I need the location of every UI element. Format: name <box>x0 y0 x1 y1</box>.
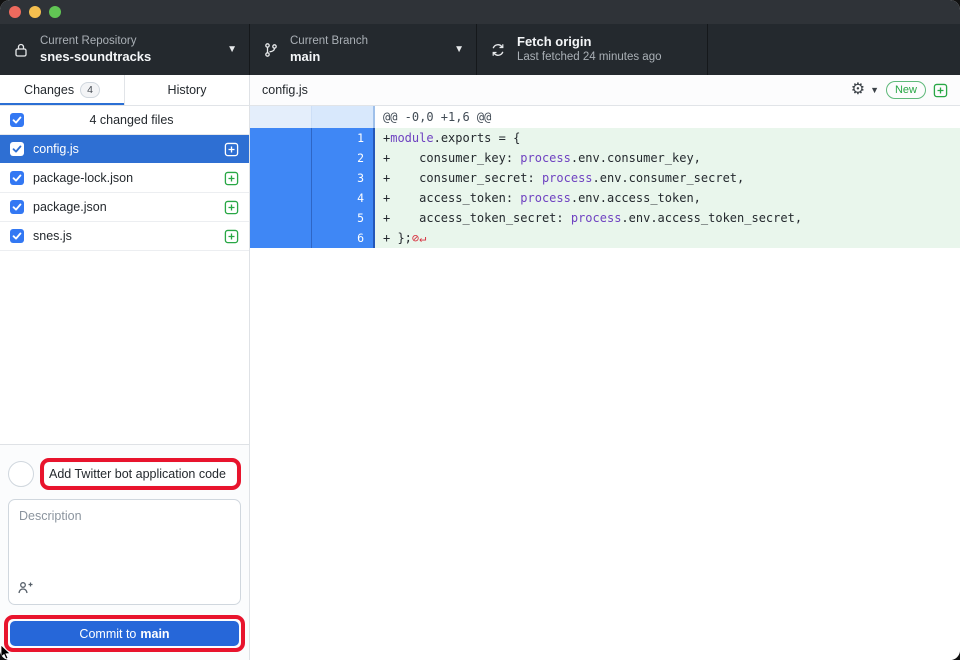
new-line-number-gutter[interactable]: 6 <box>312 228 375 248</box>
diff-line-content: + consumer_key: process.env.consumer_key… <box>375 148 960 168</box>
file-row[interactable]: package.json <box>0 193 249 222</box>
sidebar: Changes 4 History 4 changed files config… <box>0 75 250 660</box>
diff-code-row[interactable]: 5+ access_token_secret: process.env.acce… <box>250 208 960 228</box>
commit-button-label: Commit to <box>79 627 136 641</box>
file-name: package.json <box>33 200 215 214</box>
select-all-row: 4 changed files <box>0 106 249 135</box>
commit-button[interactable]: Commit to main <box>10 621 239 646</box>
file-list: config.js package-lock.json package.json… <box>0 135 249 251</box>
file-status-badge: New <box>886 81 926 99</box>
avatar <box>8 461 34 487</box>
file-list-empty-space <box>0 251 249 444</box>
diff-line-content: +module.exports = { <box>375 128 960 148</box>
select-all-checkbox[interactable] <box>10 113 24 127</box>
file-name: package-lock.json <box>33 171 215 185</box>
mouse-cursor <box>0 645 13 660</box>
app-window: Current Repository snes-soundtracks ▼ Cu… <box>0 0 960 660</box>
diff-code-row[interactable]: 3+ consumer_secret: process.env.consumer… <box>250 168 960 188</box>
new-line-number-gutter[interactable]: 4 <box>312 188 375 208</box>
fetch-subtitle: Last fetched 24 minutes ago <box>517 50 695 64</box>
tab-changes-label: Changes <box>24 83 74 97</box>
diff-code-row[interactable]: 4+ access_token: process.env.access_toke… <box>250 188 960 208</box>
gear-icon[interactable]: ⚙ <box>851 82 865 98</box>
minimize-window-button[interactable] <box>29 6 41 18</box>
zoom-window-button[interactable] <box>49 6 61 18</box>
new-line-number-gutter[interactable]: 3 <box>312 168 375 188</box>
old-line-number-gutter[interactable] <box>250 188 312 208</box>
diff-panel: config.js ⚙ ▼ New @@ -0,0 +1,6 @@ <box>250 75 960 660</box>
new-line-number-gutter[interactable]: 1 <box>312 128 375 148</box>
diff-filename: config.js <box>262 83 851 97</box>
old-line-number-gutter[interactable] <box>250 148 312 168</box>
add-coauthor-icon[interactable] <box>17 580 35 598</box>
fetch-origin-button[interactable]: Fetch origin Last fetched 24 minutes ago <box>477 24 708 75</box>
diff-code-row[interactable]: 1+module.exports = { <box>250 128 960 148</box>
git-branch-icon <box>262 41 280 59</box>
chevron-down-icon[interactable]: ▼ <box>870 85 879 95</box>
chevron-down-icon: ▼ <box>454 44 464 55</box>
branch-name: main <box>290 49 446 65</box>
close-window-button[interactable] <box>9 6 21 18</box>
old-line-number-gutter[interactable] <box>250 168 312 188</box>
diff-code-row[interactable]: 2+ consumer_key: process.env.consumer_ke… <box>250 148 960 168</box>
hunk-header-row: @@ -0,0 +1,6 @@ <box>250 106 960 128</box>
titlebar <box>0 0 960 24</box>
traffic-lights <box>9 6 61 18</box>
file-row[interactable]: snes.js <box>0 222 249 251</box>
file-checkbox[interactable] <box>10 142 24 156</box>
tab-changes[interactable]: Changes 4 <box>0 75 124 105</box>
file-added-icon <box>224 142 239 157</box>
repository-name: snes-soundtracks <box>40 49 219 65</box>
new-line-number-gutter[interactable]: 5 <box>312 208 375 228</box>
chevron-down-icon: ▼ <box>227 44 237 55</box>
description-box <box>8 499 241 605</box>
file-added-icon <box>224 200 239 215</box>
file-added-icon <box>224 171 239 186</box>
annotation-commit-button-highlight: Commit to main <box>4 615 245 652</box>
sidebar-tabs: Changes 4 History <box>0 75 249 106</box>
tab-history-label: History <box>168 83 207 97</box>
old-line-number-gutter[interactable] <box>250 208 312 228</box>
file-row[interactable]: config.js <box>0 135 249 164</box>
branch-label: Current Branch <box>290 34 446 48</box>
hunk-header-text: @@ -0,0 +1,6 @@ <box>375 106 960 128</box>
diff-header: config.js ⚙ ▼ New <box>250 75 960 106</box>
file-added-icon <box>224 229 239 244</box>
commit-summary-input[interactable] <box>45 463 236 485</box>
current-branch-dropdown[interactable]: Current Branch main ▼ <box>250 24 477 75</box>
diff-body: @@ -0,0 +1,6 @@ 1+module.exports = {2+ c… <box>250 106 960 660</box>
tab-history[interactable]: History <box>124 75 249 105</box>
main-content: Changes 4 History 4 changed files config… <box>0 75 960 660</box>
repository-label: Current Repository <box>40 34 219 48</box>
file-name: snes.js <box>33 229 215 243</box>
file-checkbox[interactable] <box>10 171 24 185</box>
diff-line-content: + consumer_secret: process.env.consumer_… <box>375 168 960 188</box>
diff-line-content: + access_token_secret: process.env.acces… <box>375 208 960 228</box>
file-name: config.js <box>33 142 215 156</box>
old-line-number-gutter[interactable] <box>250 228 312 248</box>
lock-icon <box>12 41 30 59</box>
commit-description-input[interactable] <box>9 500 240 578</box>
diff-line-content: + };⊘↵ <box>375 228 960 248</box>
current-repository-dropdown[interactable]: Current Repository snes-soundtracks ▼ <box>0 24 250 75</box>
annotation-summary-highlight <box>40 458 241 490</box>
old-line-number-gutter[interactable] <box>250 128 312 148</box>
include-file-icon[interactable] <box>933 83 948 98</box>
diff-code-row[interactable]: 6+ };⊘↵ <box>250 228 960 248</box>
sync-icon <box>489 41 507 59</box>
diff-lines: 1+module.exports = {2+ consumer_key: pro… <box>250 128 960 248</box>
commit-area: Commit to main <box>0 444 249 660</box>
changes-count-badge: 4 <box>80 82 100 98</box>
file-checkbox[interactable] <box>10 200 24 214</box>
commit-button-branch: main <box>140 627 169 641</box>
new-line-number-gutter[interactable]: 2 <box>312 148 375 168</box>
toolbar: Current Repository snes-soundtracks ▼ Cu… <box>0 24 960 75</box>
file-row[interactable]: package-lock.json <box>0 164 249 193</box>
fetch-title: Fetch origin <box>517 34 695 50</box>
diff-line-content: + access_token: process.env.access_token… <box>375 188 960 208</box>
file-checkbox[interactable] <box>10 229 24 243</box>
changed-files-count: 4 changed files <box>24 113 239 127</box>
